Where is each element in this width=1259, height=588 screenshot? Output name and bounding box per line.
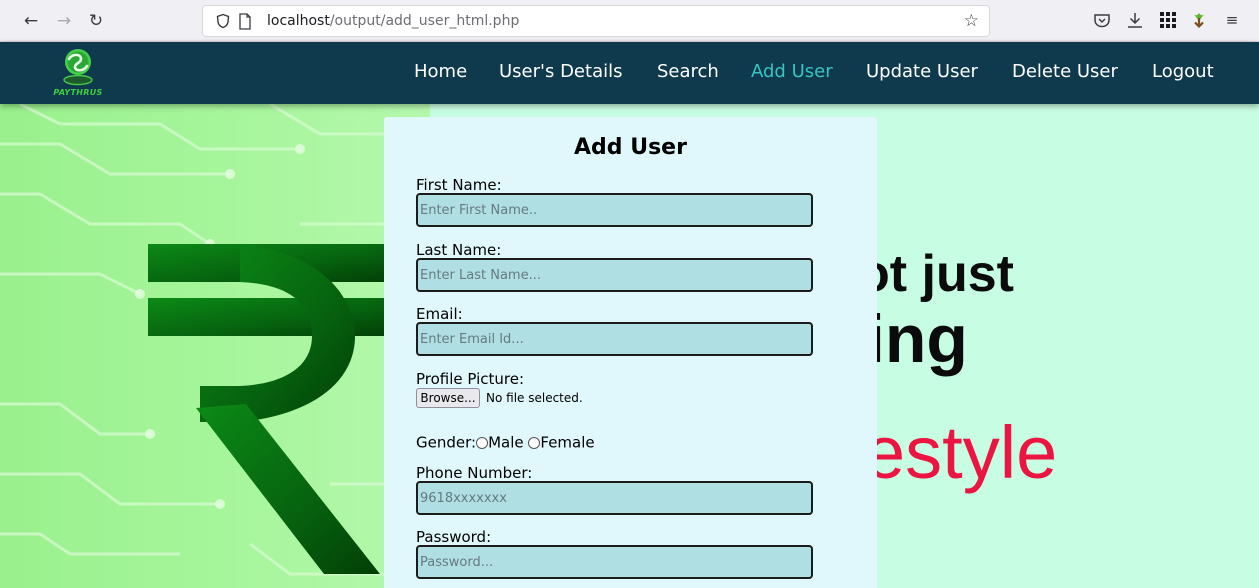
reload-icon[interactable]: ↻ bbox=[84, 8, 108, 34]
forward-arrow-icon[interactable]: → bbox=[52, 8, 76, 34]
last-name-input[interactable] bbox=[416, 258, 813, 292]
add-user-form: Add User First Name: Last Name: Email: P… bbox=[384, 117, 877, 588]
password-input[interactable] bbox=[416, 545, 813, 579]
logo-text: PAYTHRUS bbox=[53, 88, 103, 97]
email-label: Email: bbox=[416, 305, 463, 323]
first-name-label: First Name: bbox=[416, 176, 502, 194]
profile-picture-label: Profile Picture: bbox=[416, 370, 525, 388]
logo-emblem-icon bbox=[63, 49, 93, 86]
bookmark-star-icon[interactable]: ☆ bbox=[964, 11, 979, 31]
phone-input[interactable] bbox=[416, 481, 813, 515]
browser-toolbar: ← → ↻ localhost/output/add_user_html.php… bbox=[0, 0, 1259, 42]
menu-icon[interactable]: ≡ bbox=[1221, 9, 1243, 31]
gender-female-label[interactable]: Female bbox=[540, 434, 594, 452]
nav-home[interactable]: Home bbox=[414, 61, 467, 82]
phone-label: Phone Number: bbox=[416, 464, 533, 482]
nav-logout[interactable]: Logout bbox=[1152, 61, 1214, 82]
page-icon bbox=[239, 13, 251, 30]
nav-search[interactable]: Search bbox=[657, 61, 719, 82]
site-navbar: PAYTHRUS Home User's Details Search Add … bbox=[0, 42, 1259, 104]
address-bar[interactable]: localhost/output/add_user_html.php ☆ bbox=[202, 5, 990, 37]
paythrus-logo[interactable]: PAYTHRUS bbox=[48, 44, 118, 102]
gender-row: Gender: Male Female bbox=[416, 433, 595, 452]
slogan-line-3: estyle bbox=[864, 411, 1058, 494]
back-arrow-icon[interactable]: ← bbox=[19, 8, 43, 34]
gender-male-radio[interactable] bbox=[476, 436, 489, 449]
nav-delete-user[interactable]: Delete User bbox=[1012, 61, 1118, 82]
form-title: Add User bbox=[574, 135, 687, 160]
nav-users-details[interactable]: User's Details bbox=[499, 61, 622, 82]
url-text[interactable]: localhost/output/add_user_html.php bbox=[267, 13, 519, 29]
browse-button[interactable]: Browse... bbox=[416, 388, 480, 408]
shield-icon[interactable] bbox=[215, 13, 231, 29]
downloads-icon[interactable] bbox=[1124, 9, 1146, 31]
email-input[interactable] bbox=[416, 322, 813, 356]
gender-male-label[interactable]: Male bbox=[488, 434, 524, 452]
nav-add-user[interactable]: Add User bbox=[751, 61, 833, 82]
slogan-line-2: ing bbox=[866, 301, 968, 377]
slogan-line-1: ot just bbox=[858, 245, 1014, 303]
last-name-label: Last Name: bbox=[416, 241, 502, 259]
download-manager-icon[interactable] bbox=[1188, 9, 1210, 31]
pocket-icon[interactable] bbox=[1091, 9, 1113, 31]
gender-female-radio[interactable] bbox=[528, 436, 541, 449]
gender-label: Gender: bbox=[416, 433, 477, 452]
nav-update-user[interactable]: Update User bbox=[866, 61, 978, 82]
file-status-text: No file selected. bbox=[486, 391, 583, 405]
extensions-grid-icon[interactable] bbox=[1157, 9, 1179, 31]
first-name-input[interactable] bbox=[416, 193, 813, 227]
password-label: Password: bbox=[416, 528, 492, 546]
